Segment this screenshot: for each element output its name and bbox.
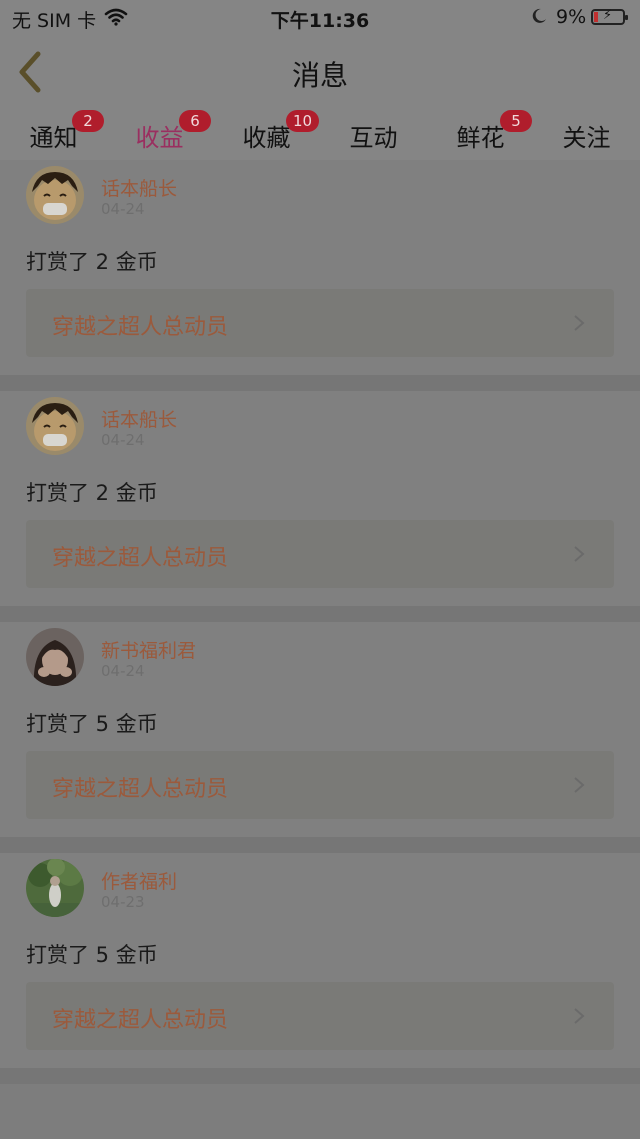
unread-badge: 6 (179, 110, 211, 132)
battery-percent: 9% (556, 6, 587, 28)
tab-earnings[interactable]: 收益 6 (106, 110, 213, 163)
tab-label: 关注 (562, 124, 611, 152)
book-title: 穿越之超人总动员 (52, 546, 229, 571)
author-name[interactable]: 话本船长 (101, 405, 177, 432)
reward-message: 打赏了 5 金币 (26, 943, 158, 967)
timestamp: 04-23 (101, 893, 145, 911)
list-item: 新书福利君 04-24 打赏了 5 金币 穿越之超人总动员 (0, 622, 640, 853)
earnings-feed: 话本船长 04-24 打赏了 2 金币 穿越之超人总动员 话本船长 04-24 … (0, 160, 640, 1084)
list-item: 话本船长 04-24 打赏了 2 金币 穿越之超人总动员 (0, 160, 640, 391)
book-title: 穿越之超人总动员 (52, 315, 229, 340)
timestamp: 04-24 (101, 431, 145, 449)
avatar[interactable] (26, 859, 84, 917)
page-title: 消息 (291, 59, 348, 92)
tab-label: 收益 (135, 124, 184, 152)
book-title: 穿越之超人总动员 (52, 777, 229, 802)
chevron-right-icon (574, 777, 585, 793)
tab-flowers[interactable]: 鲜花 5 (427, 110, 534, 153)
avatar[interactable] (26, 628, 84, 686)
book-link[interactable]: 穿越之超人总动员 (26, 751, 614, 819)
book-title: 穿越之超人总动员 (52, 1008, 229, 1033)
tab-bar: 通知 2 收益 6 收藏 10 互动 鲜花 5 关注 (0, 108, 640, 163)
navigation-bar: 消息 (0, 36, 640, 109)
battery-icon: ⚡ (591, 8, 628, 25)
reward-message: 打赏了 2 金币 (26, 250, 158, 274)
reward-message: 打赏了 2 金币 (26, 481, 158, 505)
timestamp: 04-24 (101, 200, 145, 218)
book-link[interactable]: 穿越之超人总动员 (26, 982, 614, 1050)
status-bar: 无 SIM 卡 下午11:36 9% ⚡ (0, 0, 640, 36)
unread-badge: 5 (500, 110, 532, 132)
tab-following[interactable]: 关注 (533, 118, 640, 153)
avatar[interactable] (26, 166, 84, 224)
author-name[interactable]: 新书福利君 (101, 636, 196, 663)
tab-label: 互动 (349, 124, 398, 152)
book-link[interactable]: 穿越之超人总动员 (26, 520, 614, 588)
avatar[interactable] (26, 397, 84, 455)
chevron-right-icon (574, 1008, 585, 1024)
unread-badge: 10 (286, 110, 320, 132)
chevron-right-icon (574, 546, 585, 562)
tab-interactions[interactable]: 互动 (320, 118, 427, 153)
author-name[interactable]: 作者福利 (101, 867, 177, 894)
tab-favorites[interactable]: 收藏 10 (213, 110, 320, 153)
tab-label: 通知 (29, 124, 78, 152)
chevron-right-icon (574, 315, 585, 331)
list-item: 话本船长 04-24 打赏了 2 金币 穿越之超人总动员 (0, 391, 640, 622)
tab-label: 鲜花 (456, 124, 505, 152)
list-item: 作者福利 04-23 打赏了 5 金币 穿越之超人总动员 (0, 853, 640, 1084)
author-name[interactable]: 话本船长 (101, 174, 177, 201)
timestamp: 04-24 (101, 662, 145, 680)
book-link[interactable]: 穿越之超人总动员 (26, 289, 614, 357)
moon-icon (530, 7, 548, 30)
unread-badge: 2 (72, 110, 104, 132)
reward-message: 打赏了 5 金币 (26, 712, 158, 736)
tab-label: 收藏 (242, 124, 291, 152)
tab-notifications[interactable]: 通知 2 (0, 110, 107, 153)
